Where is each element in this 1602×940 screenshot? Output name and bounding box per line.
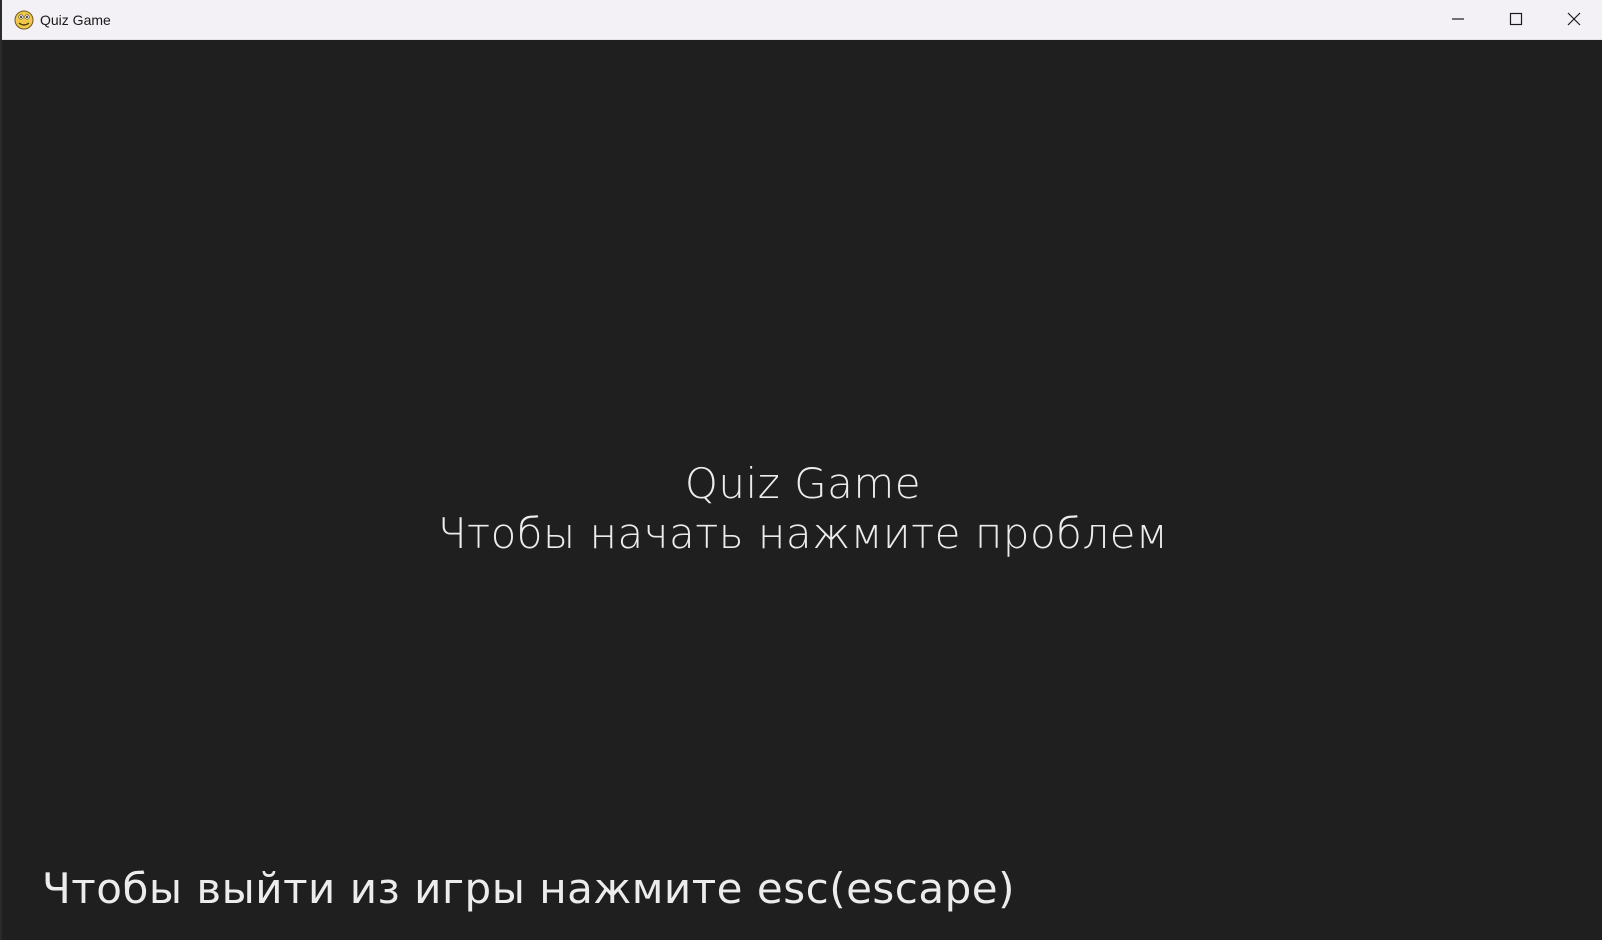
minimize-button[interactable] xyxy=(1429,0,1487,40)
title-bar[interactable]: Quiz Game xyxy=(2,0,1602,40)
maximize-button[interactable] xyxy=(1487,0,1545,40)
pygame-snake-icon xyxy=(13,9,35,31)
close-icon xyxy=(1567,11,1581,30)
start-prompt: Чтобы начать нажмите проблем xyxy=(437,509,1169,558)
close-button[interactable] xyxy=(1545,0,1602,40)
app-window: Quiz Game Quiz Game Чтобы начать нажмите… xyxy=(0,0,1602,940)
exit-hint: Чтобы выйти из игры нажмите esc(escape) xyxy=(42,864,1016,913)
window-title: Quiz Game xyxy=(40,12,111,28)
game-title: Quiz Game xyxy=(684,459,922,508)
game-canvas[interactable]: Quiz Game Чтобы начать нажмите проблем Ч… xyxy=(4,40,1602,940)
maximize-icon xyxy=(1509,11,1523,30)
minimize-icon xyxy=(1451,11,1465,30)
